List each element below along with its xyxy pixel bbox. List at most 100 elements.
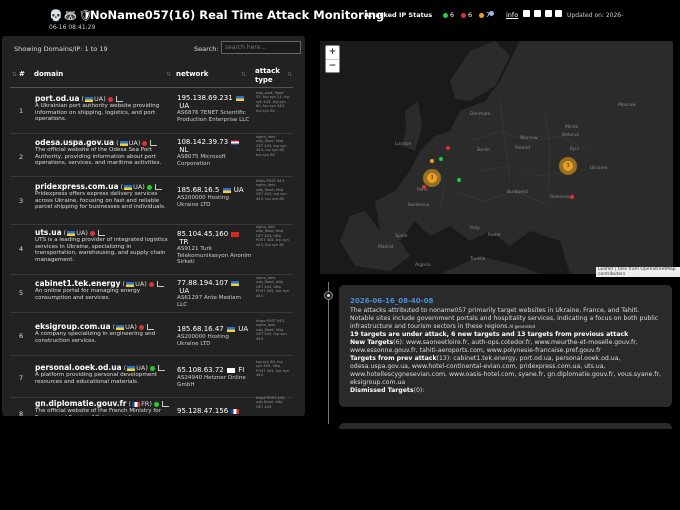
domain-name[interactable]: gn.diplomatie.gouv.fr <box>35 399 127 408</box>
zoom-in-button[interactable]: + <box>326 46 339 60</box>
country-code: UA <box>135 280 145 288</box>
chart-icon[interactable] <box>156 281 164 287</box>
mail-icon[interactable] <box>555 10 562 17</box>
sort-icon[interactable]: ⇅ <box>287 71 292 78</box>
col-domain[interactable]: domain <box>34 70 63 78</box>
timeline-dot-icon <box>324 291 333 300</box>
attack-type: nginx_loris udp_flood, http GET 443, htt… <box>256 276 289 298</box>
attack-timestamp: 2026-06-16_08-40-08 <box>350 297 434 305</box>
row-divider <box>10 176 293 177</box>
row-num: 2 <box>19 153 24 161</box>
sort-icon[interactable]: ⇅ <box>166 71 171 78</box>
col-attack-type[interactable]: type <box>255 76 273 84</box>
tr-flag-icon <box>231 231 240 237</box>
chart-icon[interactable] <box>115 96 123 102</box>
info-link[interactable]: info <box>506 11 518 19</box>
github-icon[interactable] <box>545 10 552 17</box>
sort-icon[interactable]: ⇅ <box>12 71 17 78</box>
red-dot-icon <box>461 12 466 18</box>
col-network[interactable]: network <box>176 70 208 78</box>
chart-icon[interactable] <box>146 324 154 330</box>
domain-name[interactable]: odesa.uspa.gov.ua <box>35 138 114 147</box>
row-divider <box>10 274 293 275</box>
marker-cluster[interactable]: 3 <box>423 169 441 187</box>
attack-type: https POST 443, nginx_loris udp_flood, h… <box>256 179 287 201</box>
map-marker-green[interactable] <box>439 157 443 161</box>
ip-address: 95.128.47.156 <box>177 407 229 415</box>
col-num[interactable]: # <box>19 70 25 78</box>
updated-on: Updated on: 2026- <box>567 12 624 19</box>
counts-line: 19 targets are under attack, 6 new targe… <box>350 331 629 338</box>
map-land-svg <box>320 41 673 274</box>
asn: AS6876 TENET Scientific Production Enter… <box>177 110 250 123</box>
attack-map[interactable] <box>320 41 673 274</box>
ua-flag-icon <box>116 324 125 330</box>
domain-name[interactable]: pridexpress.com.ua <box>35 182 119 191</box>
next-summary-card <box>339 423 672 429</box>
map-label: Minsk <box>565 125 578 130</box>
map-marker-red[interactable] <box>446 146 450 150</box>
search-input[interactable] <box>221 41 301 54</box>
domain-name[interactable]: cabinet1.tek.energy <box>35 279 121 288</box>
status-label: Attacked IP Status <box>364 11 433 19</box>
telegram-icon[interactable] <box>534 10 541 17</box>
chart-icon[interactable] <box>97 230 105 236</box>
chart-icon[interactable] <box>157 365 165 371</box>
row-divider <box>10 224 293 225</box>
map-label: Tunisia <box>470 257 486 262</box>
map-marker-red[interactable] <box>570 195 574 199</box>
map-label: Belarus <box>562 133 579 138</box>
map-label: Spain <box>395 234 408 239</box>
country-code: UA <box>136 364 146 372</box>
domain-name[interactable]: uts.ua <box>35 228 62 237</box>
fi-flag-icon <box>227 367 235 373</box>
row-divider <box>10 312 293 313</box>
domain-description: The official website of the French Minis… <box>35 408 162 416</box>
header: 💀🦝🛡 NoName057(16) Real Time Attack Monit… <box>0 0 680 36</box>
status-red-count: 6 <box>468 11 473 19</box>
timeline-line <box>328 282 329 424</box>
marker-cluster[interactable]: 3 <box>559 157 577 175</box>
country-code: UA <box>76 229 86 237</box>
map-label: Poland <box>515 146 531 151</box>
domain-description: UTS is a leading provider of integrated … <box>35 237 168 263</box>
fr-flag-icon <box>132 401 141 407</box>
map-label: Kyiv <box>570 147 580 152</box>
ua-flag-icon <box>222 187 231 193</box>
status-red-icon <box>89 230 95 236</box>
domain-name[interactable]: eksigroup.com.ua <box>35 322 111 331</box>
col-attack[interactable]: attack <box>255 67 280 75</box>
map-marker-green[interactable] <box>457 178 461 182</box>
status-red-icon <box>138 324 144 330</box>
chart-icon[interactable] <box>154 184 162 190</box>
sort-icon[interactable]: ⇅ <box>241 71 246 78</box>
ua-flag-icon <box>67 230 76 236</box>
status-red-icon <box>148 281 154 287</box>
ua-flag-icon <box>231 280 240 286</box>
zoom-out-button[interactable]: − <box>326 60 339 73</box>
ip-address: 85.104.45.160 <box>177 230 229 238</box>
map-marker-orange[interactable] <box>430 159 434 163</box>
search-label: Search: <box>194 45 219 53</box>
row-num: 7 <box>19 374 24 382</box>
row-num: 5 <box>19 289 24 297</box>
map-marker-red[interactable] <box>422 185 426 189</box>
domain-name[interactable]: personal.ooek.od.ua <box>35 363 122 372</box>
domain-description: A platform providing personal developmen… <box>35 372 157 385</box>
row-divider <box>10 355 293 356</box>
domain-name[interactable]: port.od.ua <box>35 94 79 103</box>
row-num: 1 <box>19 107 24 115</box>
twitter-icon[interactable] <box>523 10 530 17</box>
map-attribution[interactable]: Leaflet | tiles from OpenStreetMap contr… <box>596 267 680 277</box>
map-label: Berlin <box>477 148 491 153</box>
ua-flag-icon <box>84 96 93 102</box>
dismissed-targets-count: (0): <box>413 387 425 394</box>
chart-icon[interactable] <box>150 140 158 146</box>
attack-type: https POST 443, nginx_loris udp_flood, h… <box>256 319 287 341</box>
attack-type: udp_wait, flood 53, tcp syn 21, tcp syn … <box>256 91 290 113</box>
status-green: 6 <box>443 11 454 19</box>
asn: AS24940 Hetzner Online GmbH <box>177 375 246 388</box>
chart-icon[interactable] <box>161 401 169 407</box>
map-label: Budapest <box>507 190 529 195</box>
cluster-count: 3 <box>563 161 573 171</box>
